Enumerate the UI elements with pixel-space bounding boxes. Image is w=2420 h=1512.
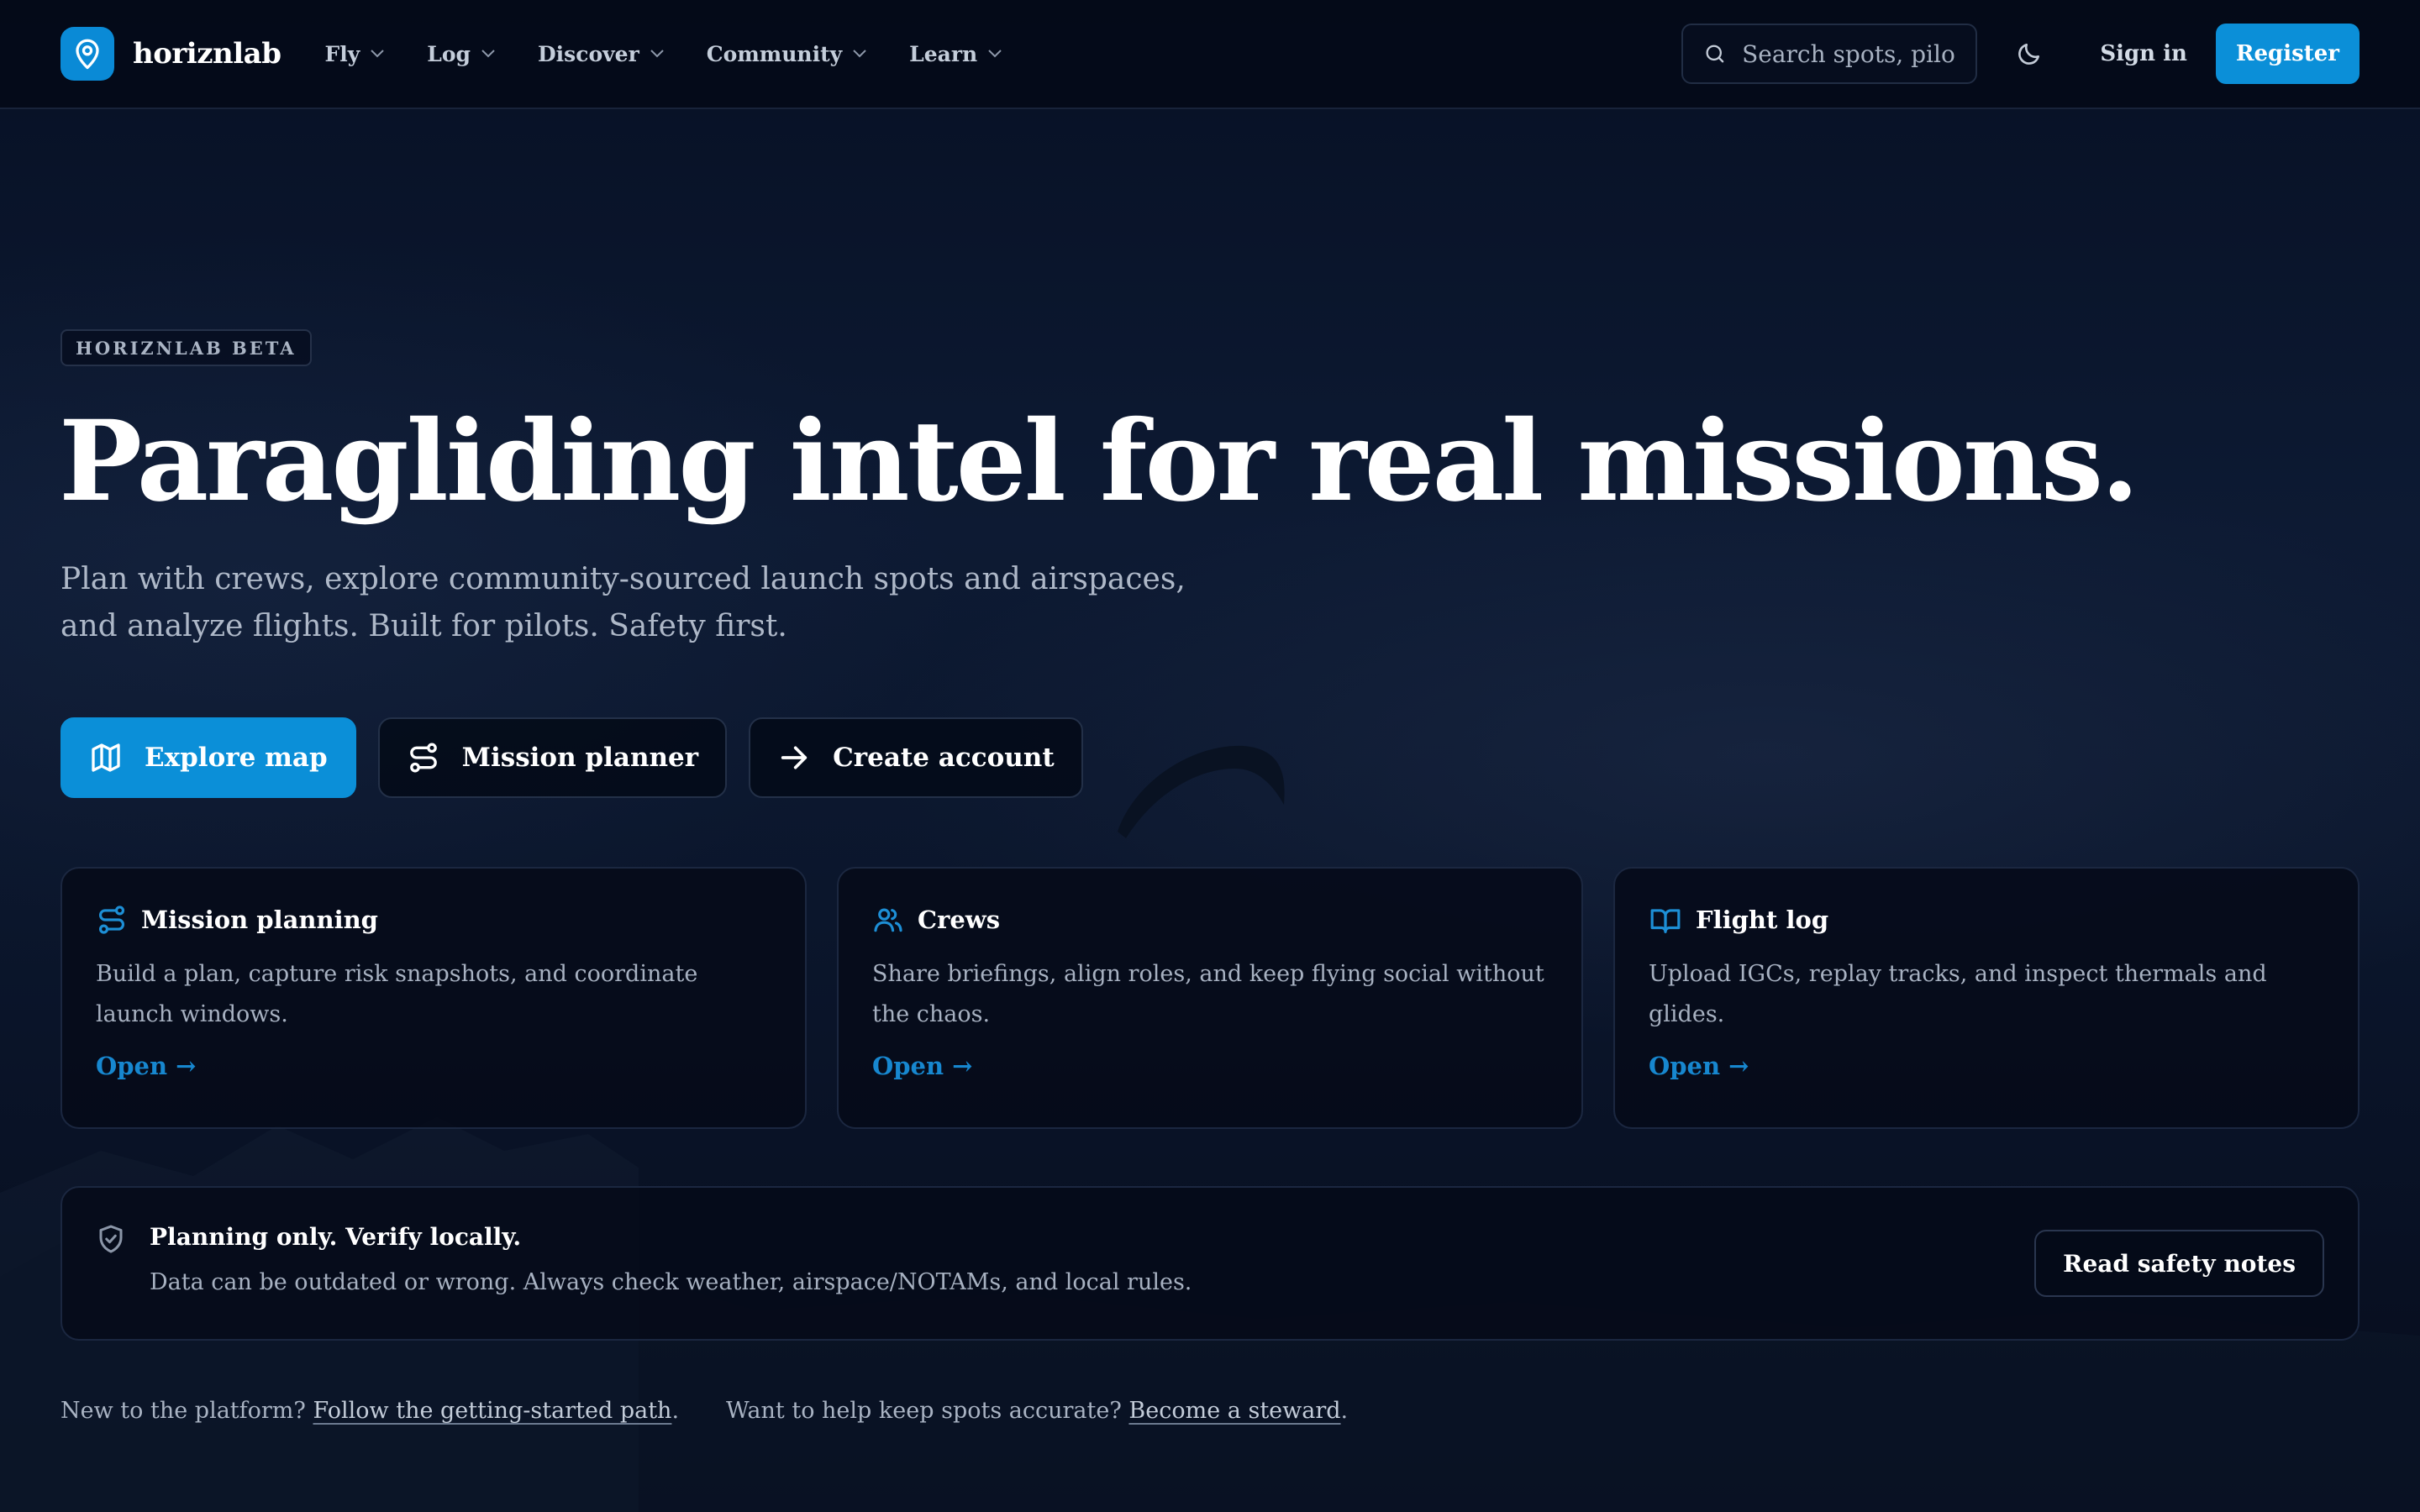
new-user-prompt: New to the platform? (60, 1398, 306, 1424)
read-safety-notes-button[interactable]: Read safety notes (2034, 1230, 2324, 1297)
chevron-down-icon (481, 50, 495, 58)
book-open-icon (1650, 909, 1681, 933)
chevron-down-icon (988, 50, 1002, 58)
nav-actions: Search spots, pilot… Sign in Register (1681, 24, 2360, 84)
menu-learn-label: Learn (909, 41, 978, 66)
create-account-button[interactable]: Create account (749, 717, 1083, 798)
card-title: Crews (918, 906, 1001, 934)
moon-icon (2018, 44, 2040, 65)
card-flight-log: Flight log Upload IGCs, replay tracks, a… (1613, 867, 2360, 1129)
search-placeholder: Search spots, pilot… (1742, 39, 1955, 68)
brand-logo[interactable]: horiznlab (60, 27, 281, 81)
beta-badge: HORIZNLAB BETA (60, 329, 312, 366)
menu-fly-label: Fly (324, 41, 360, 66)
menu-log-label: Log (427, 41, 471, 66)
card-mission-planning: Mission planning Build a plan, capture r… (60, 867, 807, 1129)
top-nav: horiznlab Fly Log Discover Community Lea… (0, 0, 2420, 109)
safety-body: Planning only. Verify locally. Data can … (150, 1223, 1192, 1295)
paraglider-silhouette (1118, 745, 1285, 838)
steward-prompt: Want to help keep spots accurate? (726, 1398, 1122, 1424)
theme-toggle-button[interactable] (2002, 27, 2056, 81)
safety-description: Data can be outdated or wrong. Always ch… (150, 1269, 1192, 1295)
chevron-down-icon (371, 50, 384, 58)
card-open-link[interactable]: Open → (872, 1052, 972, 1080)
users-icon (874, 908, 902, 932)
hero-subtitle: Plan with crews, explore community-sourc… (60, 562, 1186, 643)
card-description: Upload IGCs, replay tracks, and inspect … (1649, 961, 2267, 1027)
brand-name: horiznlab (133, 37, 281, 71)
onboarding-links: New to the platform? Follow the getting-… (60, 1398, 1348, 1424)
arrow-right-icon (781, 746, 808, 769)
hero-title: Paragliding intel for real missions. (59, 396, 2139, 527)
mission-planner-label: Mission planner (461, 743, 699, 773)
explore-map-label: Explore map (145, 743, 328, 773)
map-icon (92, 743, 120, 772)
menu-learn[interactable]: Learn (909, 42, 1002, 66)
shield-check-icon (99, 1225, 123, 1253)
card-open-link[interactable]: Open → (96, 1052, 196, 1080)
menu-log[interactable]: Log (427, 42, 496, 66)
card-crews: Crews Share briefings, align roles, and … (837, 867, 1583, 1129)
menu-community[interactable]: Community (707, 42, 867, 66)
become-steward-link[interactable]: Become a steward (1128, 1398, 1340, 1424)
card-description: Share briefings, align roles, and keep f… (872, 961, 1544, 1027)
card-header: Flight log (1649, 904, 2324, 936)
mission-planner-button[interactable]: Mission planner (377, 717, 728, 798)
search-input[interactable]: Search spots, pilot… (1681, 24, 1978, 84)
menu-discover[interactable]: Discover (538, 42, 665, 66)
card-open-link[interactable]: Open → (1649, 1052, 1749, 1080)
menu-fly[interactable]: Fly (324, 42, 385, 66)
period: . (1340, 1398, 1349, 1424)
card-header: Mission planning (96, 904, 771, 936)
search-icon (1706, 45, 1724, 63)
sign-in-link[interactable]: Sign in (2100, 41, 2187, 66)
map-pin-icon (60, 27, 114, 81)
route-icon (98, 906, 125, 934)
menu-community-label: Community (706, 41, 843, 66)
route-icon (409, 743, 437, 773)
getting-started-link[interactable]: Follow the getting-started path (313, 1398, 671, 1424)
period: . (671, 1398, 680, 1424)
explore-map-button[interactable]: Explore map (60, 717, 356, 798)
create-account-label: Create account (833, 743, 1055, 773)
feature-cards: Mission planning Build a plan, capture r… (60, 867, 2360, 1129)
card-title: Mission planning (141, 906, 378, 934)
card-title: Flight log (1696, 906, 1829, 934)
card-header: Crews (872, 904, 1548, 936)
safety-banner: Planning only. Verify locally. Data can … (60, 1186, 2360, 1341)
chevron-down-icon (650, 50, 664, 58)
hero-actions: Explore map Mission planner Create accou… (60, 717, 1083, 798)
menu-discover-label: Discover (538, 41, 639, 66)
card-description: Build a plan, capture risk snapshots, an… (96, 961, 698, 1027)
main-menu: Fly Log Discover Community Learn (324, 42, 1002, 66)
safety-title: Planning only. Verify locally. (150, 1223, 522, 1251)
register-button[interactable]: Register (2215, 24, 2360, 84)
chevron-down-icon (853, 50, 866, 58)
